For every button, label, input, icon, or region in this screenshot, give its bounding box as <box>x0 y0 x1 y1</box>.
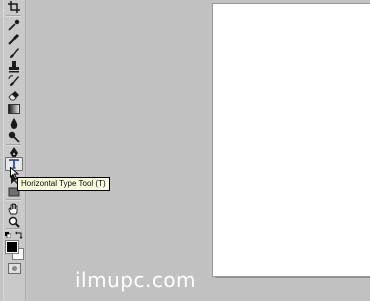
default-colors-icon[interactable] <box>5 232 11 238</box>
crop-tool-icon <box>8 1 20 13</box>
healing-brush-tool-icon <box>8 33 20 45</box>
hand-tool-icon <box>8 203 18 215</box>
tool-tooltip: Horizontal Type Tool (T) <box>17 177 110 191</box>
mouse-cursor-icon <box>10 167 19 180</box>
gradient-tool-button[interactable] <box>4 102 24 116</box>
watermark-text: ilmupc.com <box>75 268 197 292</box>
zoom-tool-button[interactable] <box>4 215 24 229</box>
eraser-tool-icon <box>8 91 19 101</box>
document-canvas[interactable] <box>212 3 370 277</box>
eyedropper-tool-icon <box>8 19 20 31</box>
tools-panel <box>0 0 27 301</box>
dodge-tool-icon <box>8 131 20 143</box>
blur-tool-button[interactable] <box>4 116 24 130</box>
toolbar-separator <box>6 228 21 230</box>
gradient-tool-icon <box>8 104 20 114</box>
dodge-tool-button[interactable] <box>4 130 24 144</box>
hand-tool-button[interactable] <box>4 202 24 216</box>
brush-tool-button[interactable] <box>4 46 24 60</box>
brush-tool-icon <box>10 48 19 58</box>
clone-stamp-tool-button[interactable] <box>4 60 24 74</box>
clone-stamp-tool-icon <box>9 61 19 73</box>
toolbar-separator <box>6 15 21 17</box>
foreground-color-swatch[interactable] <box>6 241 18 253</box>
toolbar-separator <box>6 199 21 201</box>
eyedropper-tool-button[interactable] <box>4 18 24 32</box>
eraser-tool-button[interactable] <box>4 88 24 102</box>
quick-mask-icon <box>12 266 17 271</box>
quick-mask-button[interactable] <box>8 263 21 274</box>
crop-tool-button[interactable] <box>4 0 24 14</box>
swap-colors-icon[interactable] <box>15 231 23 239</box>
blur-tool-icon <box>10 118 18 129</box>
healing-brush-tool-button[interactable] <box>4 32 24 46</box>
history-brush-tool-button[interactable] <box>4 74 24 88</box>
history-brush-tool-icon <box>8 75 19 86</box>
zoom-tool-icon <box>8 216 20 228</box>
